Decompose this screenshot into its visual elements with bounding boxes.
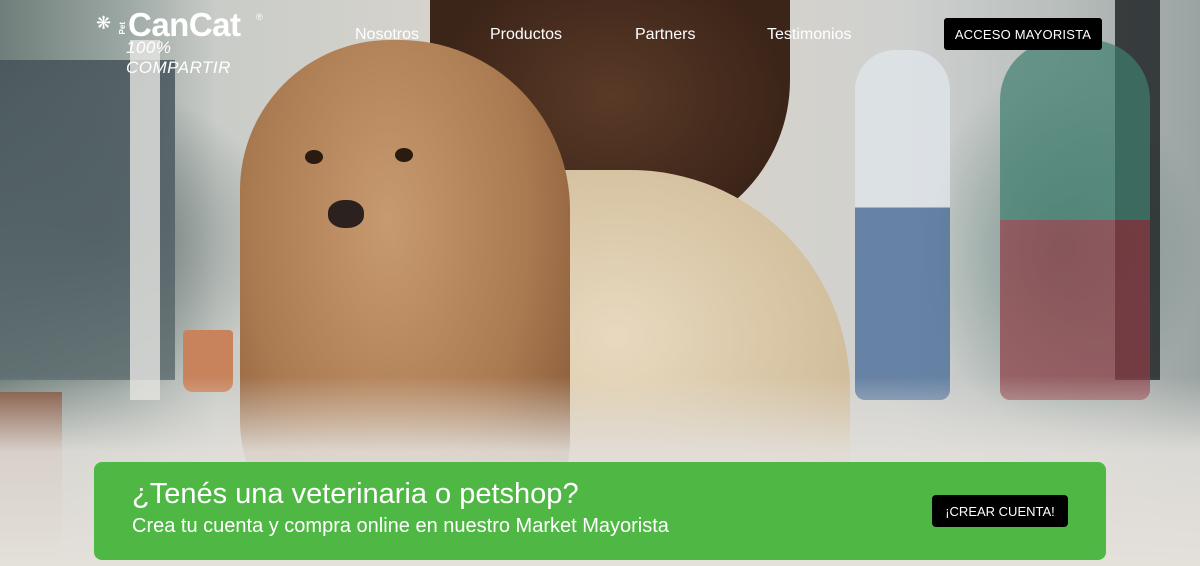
- background-window-frame: [130, 40, 160, 400]
- logo-registered-mark: ®: [256, 12, 263, 22]
- create-account-button[interactable]: ¡CREAR CUENTA!: [932, 495, 1068, 527]
- nav-link-nosotros[interactable]: Nosotros: [355, 26, 419, 44]
- banner-title: ¿Tenés una veterinaria o petshop?: [132, 478, 579, 510]
- background-person: [855, 50, 950, 400]
- banner-subtitle: Crea tu cuenta y compra online en nuestr…: [132, 515, 669, 537]
- site-header: ❋ Pet CanCat ® 100% COMPARTIR Nosotros P…: [0, 0, 1200, 77]
- nav-link-productos[interactable]: Productos: [490, 26, 562, 44]
- nav-link-partners[interactable]: Partners: [635, 26, 695, 44]
- dog-eye: [395, 148, 413, 162]
- nav-link-testimonios[interactable]: Testimonios: [767, 26, 851, 44]
- wholesale-access-button[interactable]: ACCESO MAYORISTA: [944, 18, 1102, 50]
- dog-eye: [305, 150, 323, 164]
- dog-nose: [328, 200, 364, 228]
- background-person: [1000, 40, 1150, 400]
- signup-banner: ¿Tenés una veterinaria o petshop? Crea t…: [94, 462, 1106, 560]
